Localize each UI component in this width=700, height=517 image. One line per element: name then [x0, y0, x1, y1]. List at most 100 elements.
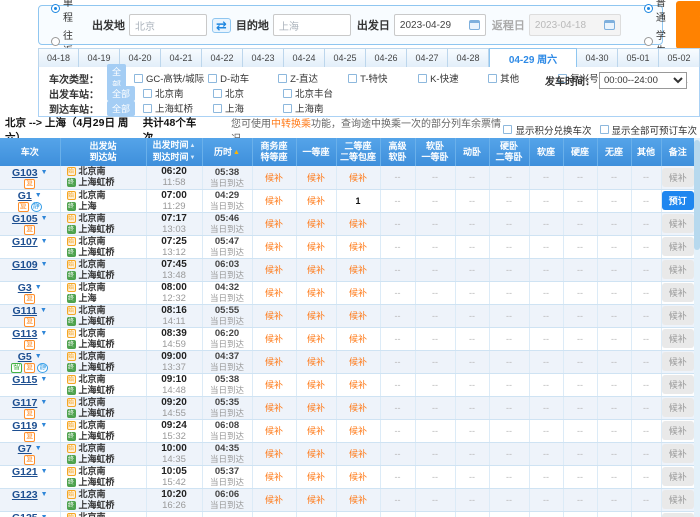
seat-availability[interactable]: 候补: [349, 219, 367, 229]
seat-availability[interactable]: 候补: [349, 426, 367, 436]
waitlist-button[interactable]: 候补: [662, 214, 694, 233]
radio-adult[interactable]: 普通: [644, 0, 666, 24]
expand-stops-icon[interactable]: ▼: [40, 306, 47, 316]
seat-availability[interactable]: 候补: [307, 265, 325, 275]
seat-availability[interactable]: 候补: [349, 380, 367, 390]
swap-stations-icon[interactable]: ⇄: [212, 18, 231, 33]
seat-cell[interactable]: 候补: [252, 166, 296, 189]
seat-availability[interactable]: 候补: [307, 242, 325, 252]
depart-time-select[interactable]: 00:00--24:00: [599, 72, 687, 89]
filter-checkbox[interactable]: 北京丰台: [283, 86, 349, 100]
column-header[interactable]: 出发时间▲到达时间▼: [146, 138, 202, 166]
date-tab[interactable]: 04-18: [38, 48, 79, 68]
seat-availability[interactable]: 候补: [307, 173, 325, 183]
expand-stops-icon[interactable]: ▼: [40, 375, 47, 385]
seat-availability[interactable]: 候补: [265, 265, 283, 275]
train-number-link[interactable]: G3: [18, 283, 32, 293]
seat-availability[interactable]: 候补: [349, 357, 367, 367]
train-number-link[interactable]: G7: [18, 444, 32, 454]
waitlist-button[interactable]: 候补: [662, 421, 694, 440]
filter-checkbox[interactable]: T-特快: [348, 71, 414, 85]
column-header[interactable]: 高级软卧: [380, 138, 415, 166]
seat-availability[interactable]: 候补: [349, 265, 367, 275]
seat-cell[interactable]: 候补: [252, 327, 296, 350]
return-date-input[interactable]: 2023-04-18: [529, 14, 621, 36]
train-number-link[interactable]: G123: [12, 490, 38, 500]
column-header[interactable]: 商务座特等座: [252, 138, 296, 166]
seat-cell[interactable]: 候补: [296, 511, 336, 517]
waitlist-button[interactable]: 候补: [662, 490, 694, 509]
seat-availability[interactable]: 候补: [307, 334, 325, 344]
expand-stops-icon[interactable]: ▼: [41, 467, 48, 477]
date-tab[interactable]: 04-23: [243, 48, 284, 68]
seat-cell[interactable]: 候补: [296, 465, 336, 488]
train-number-link[interactable]: G109: [12, 260, 38, 270]
train-number-link[interactable]: G113: [12, 329, 37, 339]
seat-availability[interactable]: 候补: [349, 449, 367, 459]
seat-availability[interactable]: 候补: [307, 357, 325, 367]
train-number-link[interactable]: G117: [12, 398, 37, 408]
seat-cell[interactable]: 候补: [296, 189, 336, 212]
expand-stops-icon[interactable]: ▼: [40, 421, 47, 431]
column-header[interactable]: 动卧: [455, 138, 489, 166]
from-input[interactable]: 北京: [129, 14, 207, 36]
depart-date-input[interactable]: 2023-04-29: [394, 14, 486, 36]
seat-cell[interactable]: 候补: [296, 281, 336, 304]
train-number-link[interactable]: G111: [13, 306, 38, 316]
waitlist-button[interactable]: 候补: [662, 237, 694, 256]
seat-availability[interactable]: 候补: [265, 242, 283, 252]
seat-availability[interactable]: 候补: [349, 472, 367, 482]
seat-availability[interactable]: 候补: [307, 219, 325, 229]
book-button[interactable]: 预订: [662, 191, 694, 210]
seat-availability[interactable]: 候补: [265, 380, 283, 390]
column-header[interactable]: 其他: [631, 138, 661, 166]
seat-cell[interactable]: 候补: [296, 396, 336, 419]
waitlist-button[interactable]: 候补: [662, 168, 694, 187]
seat-availability[interactable]: 候补: [349, 334, 367, 344]
seat-cell[interactable]: 候补: [252, 419, 296, 442]
seat-cell[interactable]: 候补: [252, 373, 296, 396]
seat-cell[interactable]: 候补: [336, 488, 380, 511]
column-header[interactable]: 车次: [0, 138, 60, 166]
to-input[interactable]: 上海: [273, 14, 351, 36]
seat-availability[interactable]: 候补: [265, 426, 283, 436]
train-number-link[interactable]: G119: [12, 421, 37, 431]
column-header[interactable]: 二等座二等包座: [336, 138, 380, 166]
expand-stops-icon[interactable]: ▼: [41, 490, 48, 500]
seat-cell[interactable]: 候补: [296, 488, 336, 511]
filter-checkbox[interactable]: 上海: [213, 101, 279, 115]
seat-cell[interactable]: 候补: [296, 166, 336, 189]
seat-availability[interactable]: 候补: [265, 495, 283, 505]
seat-cell[interactable]: 候补: [336, 373, 380, 396]
seat-availability[interactable]: 候补: [307, 495, 325, 505]
seat-availability[interactable]: 候补: [265, 403, 283, 413]
sort-icon[interactable]: ▲: [190, 143, 196, 149]
seat-availability[interactable]: 候补: [307, 449, 325, 459]
seat-cell[interactable]: 候补: [296, 304, 336, 327]
seat-cell[interactable]: 候补: [336, 166, 380, 189]
filter-all-badge[interactable]: 全部: [107, 101, 135, 116]
column-header[interactable]: 备注: [661, 138, 694, 166]
date-tab[interactable]: 04-22: [202, 48, 243, 68]
transfer-link[interactable]: 中转换乘: [271, 119, 311, 130]
date-tab[interactable]: 04-20: [120, 48, 161, 68]
seat-availability[interactable]: 候补: [349, 311, 367, 321]
waitlist-button[interactable]: 候补: [662, 513, 694, 517]
expand-stops-icon[interactable]: ▼: [40, 398, 47, 408]
seat-cell[interactable]: 候补: [252, 235, 296, 258]
seat-availability[interactable]: 候补: [307, 426, 325, 436]
seat-availability[interactable]: 候补: [265, 449, 283, 459]
train-number-link[interactable]: G105: [12, 214, 38, 224]
seat-availability[interactable]: 候补: [349, 242, 367, 252]
filter-checkbox[interactable]: 上海南: [283, 101, 349, 115]
seat-cell[interactable]: 候补: [252, 511, 296, 517]
expand-stops-icon[interactable]: ▼: [41, 237, 48, 247]
train-number-link[interactable]: G115: [12, 375, 37, 385]
seat-cell[interactable]: 候补: [336, 212, 380, 235]
train-number-link[interactable]: G1: [18, 191, 32, 201]
seat-cell[interactable]: 候补: [252, 281, 296, 304]
expand-stops-icon[interactable]: ▼: [35, 352, 42, 362]
seat-availability[interactable]: 候补: [265, 357, 283, 367]
train-number-link[interactable]: G103: [12, 168, 38, 178]
column-header[interactable]: 一等座: [296, 138, 336, 166]
